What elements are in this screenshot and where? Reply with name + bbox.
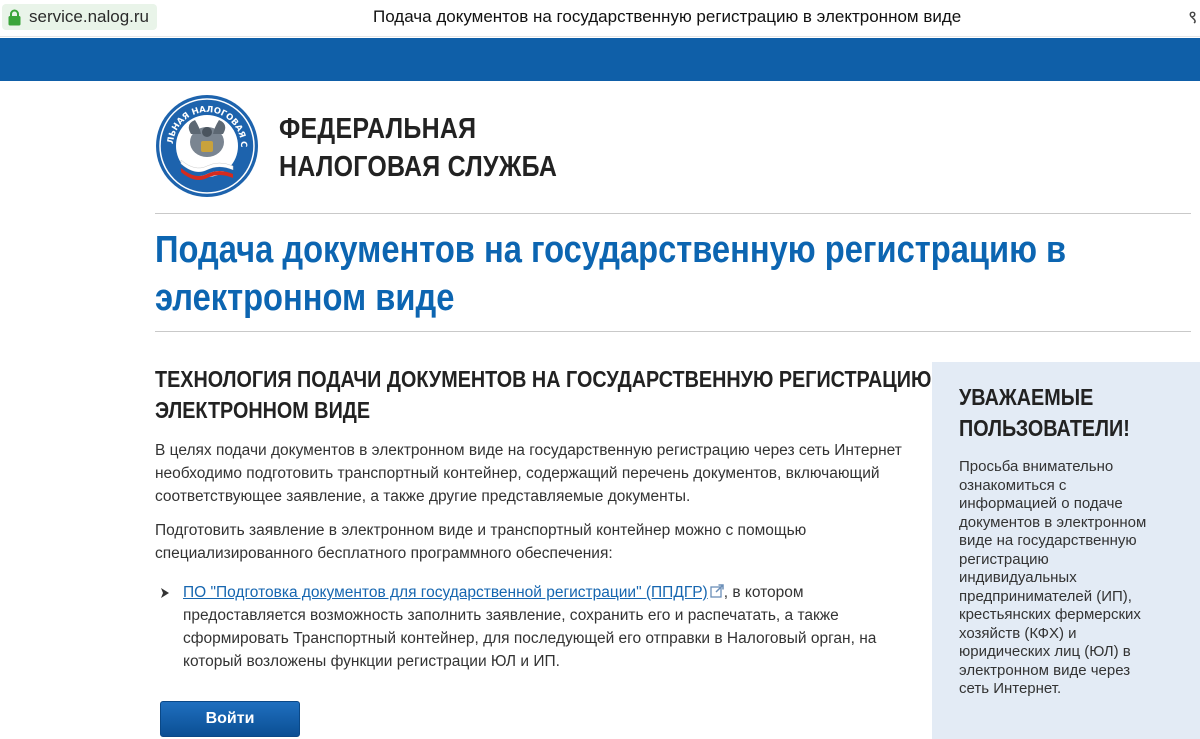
software-first-line-tail: , в котором: [723, 584, 804, 601]
page-title-line1: Подача документов на государственную рег…: [155, 229, 1067, 271]
notice-text: Просьба внимательно ознакомиться с инфор…: [959, 458, 1146, 699]
notice-line: Просьба внимательно: [959, 458, 1114, 475]
browser-menu-icon[interactable]: ९: [1188, 5, 1200, 29]
header-divider: [155, 213, 1191, 214]
software-paragraph: Подготовить заявление в электронном виде…: [155, 519, 806, 565]
notice-line: регистрацию: [959, 550, 1049, 568]
notice-line: информацией о подаче: [959, 495, 1123, 512]
intro-line: соответствующее заявление, а также други…: [155, 488, 691, 505]
notice-line: сеть Интернет.: [959, 680, 1062, 697]
url-text[interactable]: service.nalog.ru: [29, 7, 149, 27]
notice-line: юридических лиц (ЮЛ) в: [959, 643, 1131, 660]
section-title: ТЕХНОЛОГИЯ ПОДАЧИ ДОКУМЕНТОВ НА ГОСУДАРС…: [155, 364, 951, 426]
page-title: Подача документов на государственную рег…: [155, 226, 1067, 322]
ppdgr-link[interactable]: ПО "Подготовка документов для государств…: [183, 584, 708, 601]
page-title-line2: электронном виде: [155, 277, 455, 319]
fns-emblem-logo[interactable]: ФЕДЕРАЛЬНАЯ НАЛОГОВАЯ СЛУЖБА: [155, 94, 259, 198]
software-desc-line: предоставляется возможность заполнить за…: [183, 607, 839, 624]
tab-title: Подача документов на государственную рег…: [373, 7, 962, 26]
org-name: ФЕДЕРАЛЬНАЯ НАЛОГОВАЯ СЛУЖБА: [279, 110, 557, 186]
users-notice-panel: УВАЖАЕМЫЕ ПОЛЬЗОВАТЕЛИ! Просьба внимател…: [932, 362, 1200, 739]
external-link-icon[interactable]: [710, 584, 724, 598]
notice-line: виде на государственную: [959, 532, 1137, 549]
browser-address-bar: service.nalog.ru Подача документов на го…: [0, 0, 1200, 37]
org-name-line1: ФЕДЕРАЛЬНАЯ: [279, 113, 477, 145]
section-title-line1: ТЕХНОЛОГИЯ ПОДАЧИ ДОКУМЕНТОВ НА ГОСУДАРС…: [155, 366, 952, 392]
notice-title: УВАЖАЕМЫЕ ПОЛЬЗОВАТЕЛИ!: [959, 382, 1130, 444]
notice-line: электронном виде через: [959, 661, 1131, 679]
software-desc-line: сформировать Транспортный контейнер, для…: [183, 630, 877, 647]
intro-line: В целях подачи документов в электронном …: [155, 442, 902, 459]
notice-line: документов в электронном: [959, 513, 1147, 531]
top-banner-band: [0, 38, 1200, 81]
notice-title-line2: ПОЛЬЗОВАТЕЛИ!: [959, 415, 1130, 441]
notice-line: индивидуальных: [959, 569, 1077, 586]
org-name-line2: НАЛОГОВАЯ СЛУЖБА: [279, 151, 558, 183]
software-first-line: ПО "Подготовка документов для государств…: [183, 581, 876, 604]
notice-line: предпринимателей (ИП),: [959, 587, 1132, 605]
intro-paragraph: В целях подачи документов в электронном …: [155, 439, 902, 508]
lock-icon: [8, 9, 21, 25]
section-title-line2: ЭЛЕКТРОННОМ ВИДЕ: [155, 397, 371, 423]
notice-line: ознакомиться с: [959, 476, 1067, 494]
software-line: специализированного бесплатного программ…: [155, 545, 613, 562]
url-chip[interactable]: service.nalog.ru: [2, 4, 158, 30]
arrow-right-icon: [161, 588, 169, 598]
software-desc-line: который возложены функции регистрации ЮЛ…: [183, 653, 560, 670]
software-description: ПО "Подготовка документов для государств…: [183, 581, 876, 673]
login-button[interactable]: Войти: [160, 701, 300, 737]
intro-line: необходимо подготовить транспортный конт…: [155, 465, 880, 482]
software-line: Подготовить заявление в электронном виде…: [155, 522, 807, 539]
title-divider: [155, 331, 1191, 332]
notice-line: хозяйств (КФХ) и: [959, 624, 1077, 642]
notice-line: крестьянских фермерских: [959, 606, 1141, 623]
notice-title-line1: УВАЖАЕМЫЕ: [959, 384, 1094, 410]
